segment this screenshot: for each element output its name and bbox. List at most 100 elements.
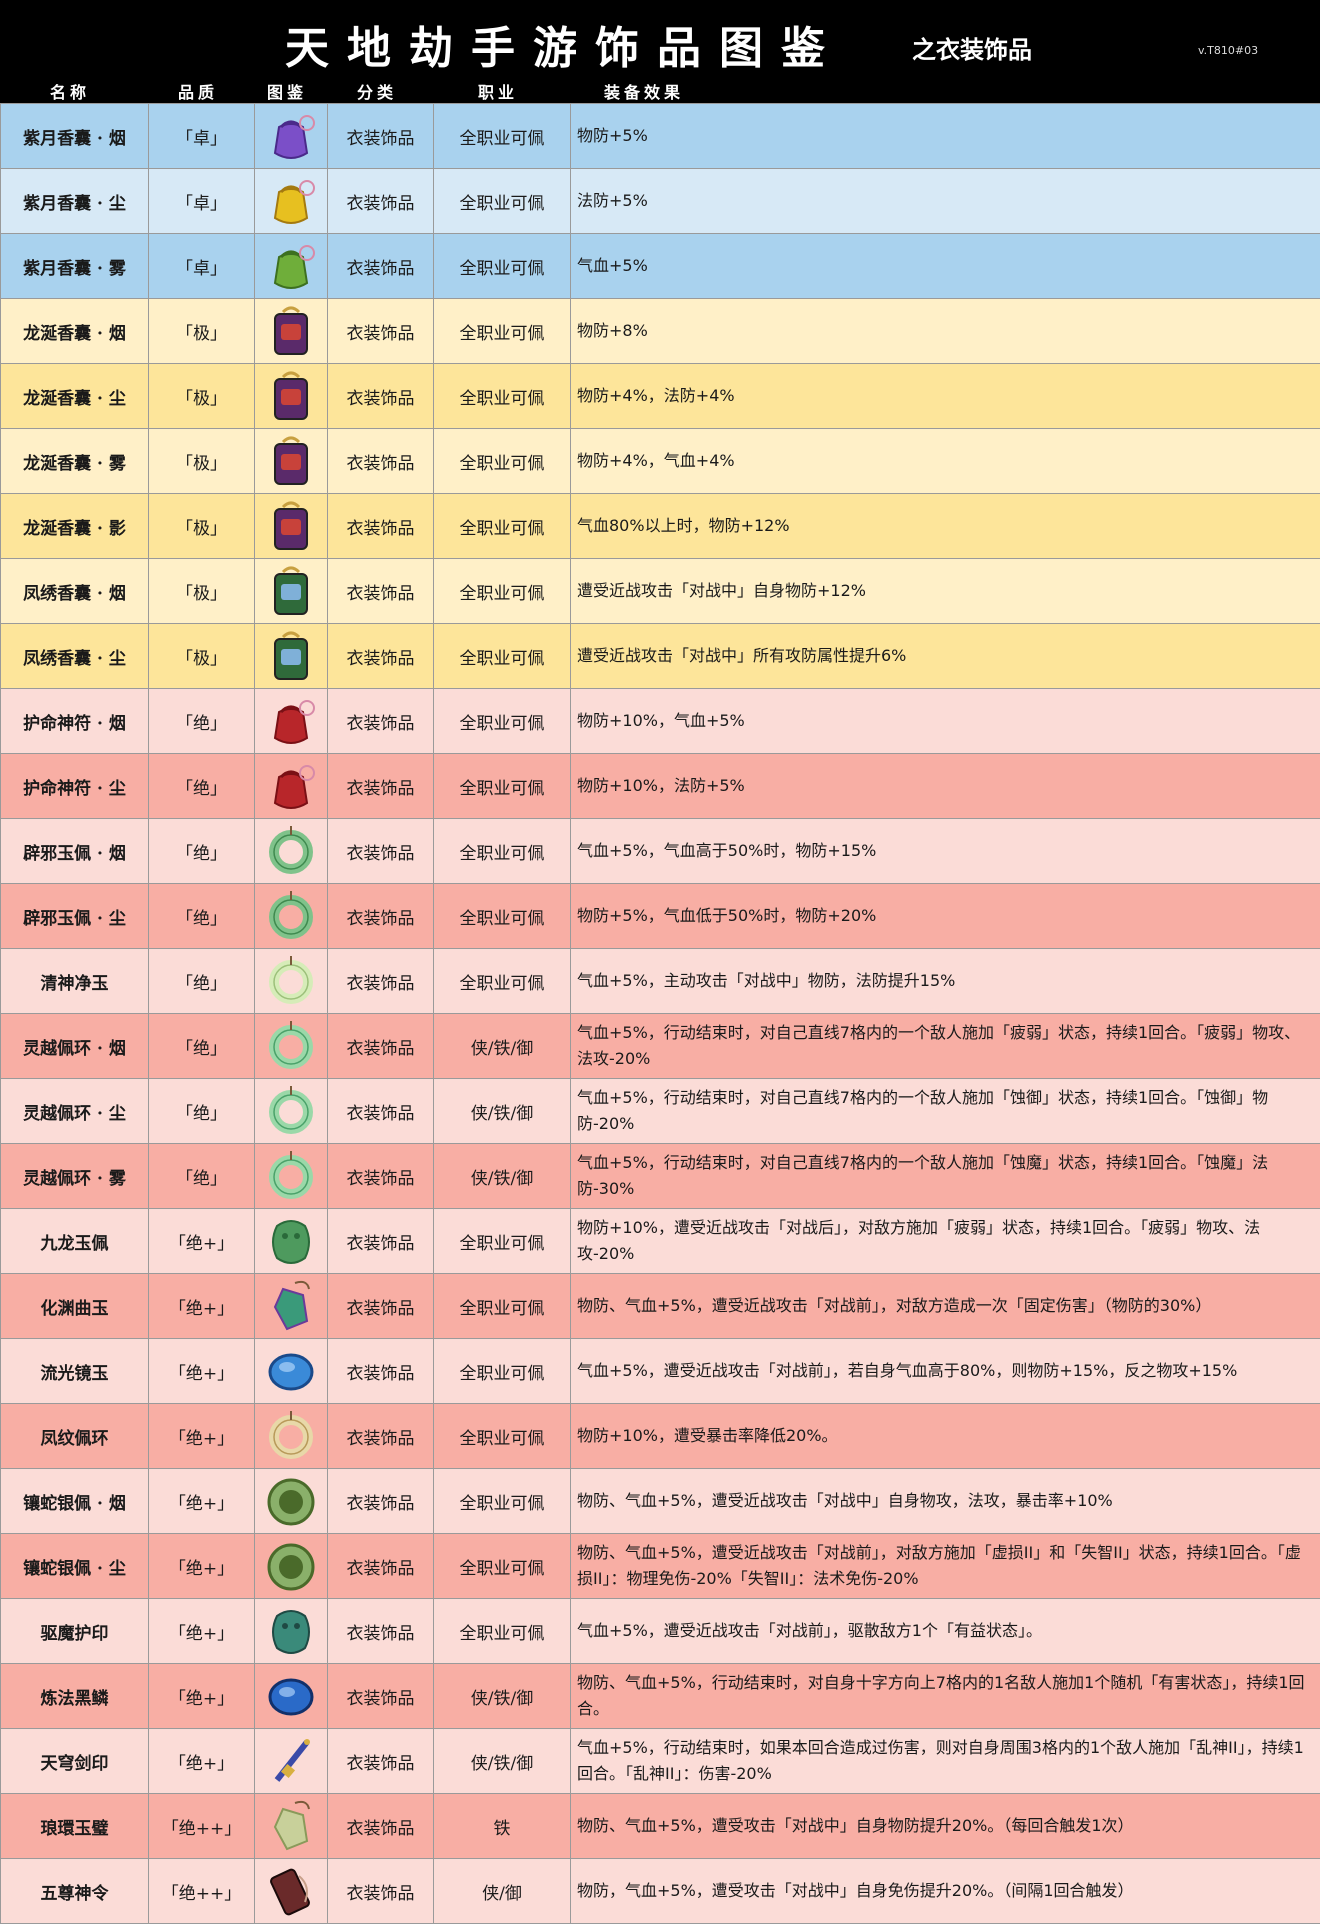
item-icon-cell [255,364,328,429]
item-category: 衣装饰品 [328,1729,434,1794]
table-row: 龙涎香囊 · 影「极」 衣装饰品全职业可佩气血80%以上时，物防+12% [1,494,1320,559]
dragon-sachet-icon [255,302,327,360]
item-job: 侠/御 [434,1859,571,1924]
item-job: 侠/铁/御 [434,1079,571,1144]
item-name: 流光镜玉 [1,1339,149,1404]
item-effect: 物防+5%，气血低于50%时，物防+20% [571,884,1320,949]
item-category: 衣装饰品 [328,559,434,624]
item-grade: 「极」 [149,299,255,364]
item-grade: 「卓」 [149,234,255,299]
item-job: 全职业可佩 [434,104,571,169]
item-job: 全职业可佩 [434,754,571,819]
item-effect: 物防、气血+5%，遭受近战攻击「对战前」，对敌方施加「虚损II」和「失智II」状… [571,1534,1320,1599]
item-category: 衣装饰品 [328,1339,434,1404]
column-header-category: 分类 [357,79,397,103]
item-category: 衣装饰品 [328,1469,434,1534]
column-header-icon: 图鉴 [267,79,307,103]
item-icon-cell [255,1469,328,1534]
item-category: 衣装饰品 [328,299,434,364]
item-category: 衣装饰品 [328,1014,434,1079]
demon-seal-icon [255,1602,327,1660]
item-job: 全职业可佩 [434,364,571,429]
yellow-sachet-icon [255,172,327,230]
item-grade: 「绝」 [149,1014,255,1079]
item-icon-cell [255,1534,328,1599]
item-effect: 物防+10%，气血+5% [571,689,1320,754]
item-name: 镶蛇银佩 · 烟 [1,1469,149,1534]
table-row: 凤绣香囊 · 烟「极」 衣装饰品全职业可佩遭受近战攻击「对战中」自身物防+12% [1,559,1320,624]
item-icon-cell [255,1599,328,1664]
item-category: 衣装饰品 [328,754,434,819]
item-effect: 物防+10%，遭受暴击率降低20%。 [571,1404,1320,1469]
phoenix-ring-icon [255,1407,327,1465]
item-job: 侠/铁/御 [434,1729,571,1794]
item-job: 全职业可佩 [434,819,571,884]
item-effect: 物防、气血+5%，遭受近战攻击「对战中」自身物攻，法攻，暴击率+10% [571,1469,1320,1534]
item-effect: 气血+5%，遭受近战攻击「对战前」，驱散敌方1个「有益状态」。 [571,1599,1320,1664]
item-name: 天穹剑印 [1,1729,149,1794]
table-row: 琅環玉璧「绝++」 衣装饰品铁物防、气血+5%，遭受攻击「对战中」自身物防提升2… [1,1794,1320,1859]
item-name: 龙涎香囊 · 影 [1,494,149,559]
item-icon-cell [255,104,328,169]
item-icon-cell [255,624,328,689]
column-header-job: 职业 [478,79,518,103]
item-grade: 「卓」 [149,104,255,169]
item-name: 凤纹佩环 [1,1404,149,1469]
item-job: 全职业可佩 [434,689,571,754]
table-row: 凤绣香囊 · 尘「极」 衣装饰品全职业可佩遭受近战攻击「对战中」所有攻防属性提升… [1,624,1320,689]
item-category: 衣装饰品 [328,104,434,169]
item-grade: 「绝」 [149,949,255,1014]
item-name: 五尊神令 [1,1859,149,1924]
table-row: 护命神符 · 尘「绝」 衣装饰品全职业可佩物防+10%，法防+5% [1,754,1320,819]
item-category: 衣装饰品 [328,624,434,689]
item-job: 全职业可佩 [434,494,571,559]
item-category: 衣装饰品 [328,494,434,559]
item-grade: 「绝」 [149,1079,255,1144]
table-row: 紫月香囊 · 雾「卓」 衣装饰品全职业可佩气血+5% [1,234,1320,299]
item-icon-cell [255,1209,328,1274]
item-category: 衣装饰品 [328,234,434,299]
nine-dragon-jade-icon [255,1212,327,1270]
item-effect: 物防，气血+5%，遭受攻击「对战中」自身免伤提升20%。（间隔1回合触发） [571,1859,1320,1924]
item-category: 衣装饰品 [328,1144,434,1209]
item-job: 全职业可佩 [434,1469,571,1534]
item-name: 紫月香囊 · 烟 [1,104,149,169]
item-job: 侠/铁/御 [434,1144,571,1209]
accessory-table: 紫月香囊 · 烟「卓」 衣装饰品全职业可佩物防+5%紫月香囊 · 尘「卓」 衣装… [0,103,1320,1924]
jade-ring-icon [255,887,327,945]
item-icon-cell [255,169,328,234]
item-name: 辟邪玉佩 · 烟 [1,819,149,884]
item-effect: 气血+5%，行动结束时，对自己直线7格内的一个敌人施加「蚀魔」状态，持续1回合。… [571,1144,1320,1209]
item-icon-cell [255,1404,328,1469]
item-category: 衣装饰品 [328,1534,434,1599]
item-grade: 「极」 [149,494,255,559]
item-effect: 气血+5%，行动结束时，对自己直线7格内的一个敌人施加「蚀御」状态，持续1回合。… [571,1079,1320,1144]
jade-ring-icon [255,822,327,880]
table-row: 辟邪玉佩 · 烟「绝」 衣装饰品全职业可佩气血+5%，气血高于50%时，物防+1… [1,819,1320,884]
item-grade: 「极」 [149,364,255,429]
item-grade: 「极」 [149,429,255,494]
curved-jade-icon [255,1277,327,1335]
item-effect: 气血+5%，行动结束时，对自己直线7格内的一个敌人施加「疲弱」状态，持续1回合。… [571,1014,1320,1079]
item-effect: 物防+4%，法防+4% [571,364,1320,429]
catalog-page: 天地劫手游饰品图鉴 之衣装饰品 v.T810#03 名称 品质 图鉴 分类 职业… [0,0,1320,1909]
item-icon-cell [255,1859,328,1924]
item-grade: 「绝+」 [149,1339,255,1404]
item-job: 侠/铁/御 [434,1664,571,1729]
item-name: 紫月香囊 · 尘 [1,169,149,234]
item-name: 化渊曲玉 [1,1274,149,1339]
item-grade: 「绝」 [149,1144,255,1209]
serpent-disc-icon [255,1472,327,1530]
table-row: 镶蛇银佩 · 烟「绝+」 衣装饰品全职业可佩物防、气血+5%，遭受近战攻击「对战… [1,1469,1320,1534]
item-grade: 「卓」 [149,169,255,234]
item-category: 衣装饰品 [328,429,434,494]
item-icon-cell [255,299,328,364]
version-label: v.T810#03 [1198,44,1258,57]
item-effect: 气血+5%，行动结束时，如果本回合造成过伤害，则对自身周围3格内的1个敌人施加「… [571,1729,1320,1794]
dragon-sachet-icon [255,497,327,555]
item-job: 全职业可佩 [434,234,571,299]
item-category: 衣装饰品 [328,364,434,429]
table-row: 龙涎香囊 · 烟「极」 衣装饰品全职业可佩物防+8% [1,299,1320,364]
item-name: 琅環玉璧 [1,1794,149,1859]
item-name: 辟邪玉佩 · 尘 [1,884,149,949]
